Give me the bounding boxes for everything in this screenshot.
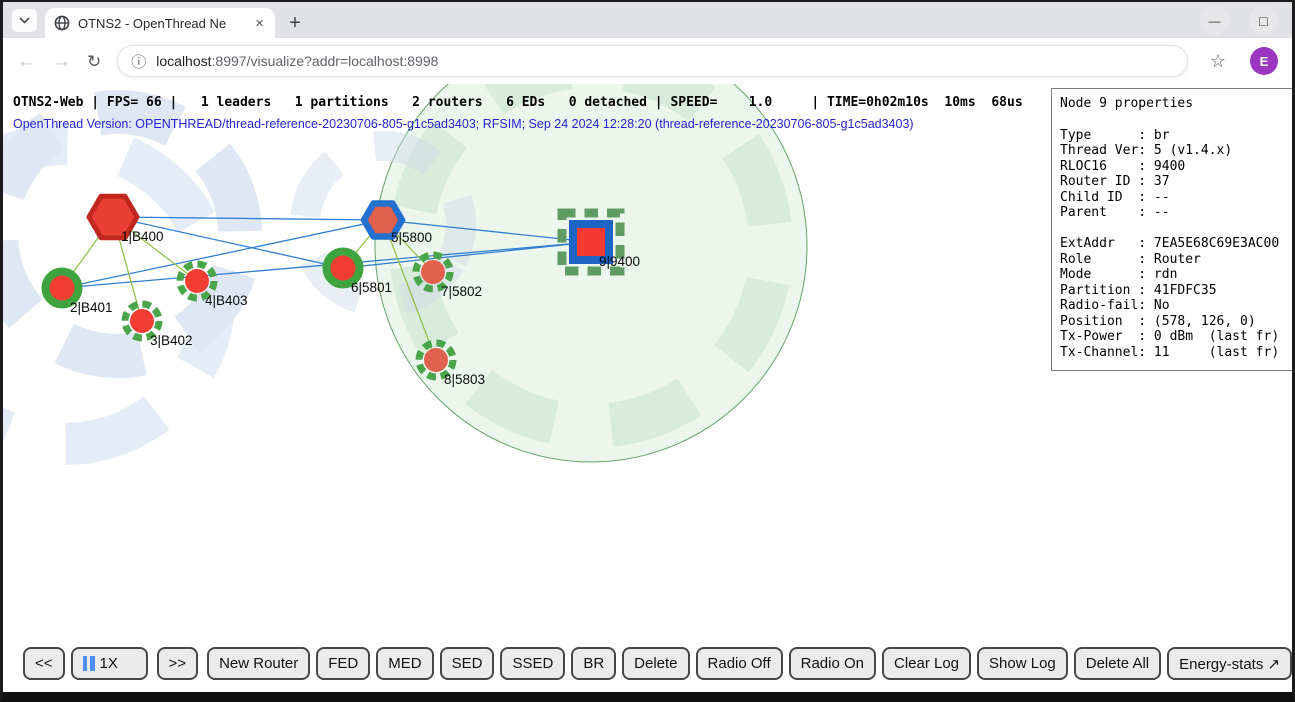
pause-icon: [83, 656, 95, 671]
maximize-button[interactable]: □: [1249, 6, 1278, 35]
fed-button[interactable]: FED: [316, 647, 370, 680]
node-8[interactable]: [424, 348, 448, 372]
node-label: 5|5800: [391, 230, 432, 245]
url-host: localhost: [156, 53, 211, 69]
node-properties-panel: Node 9 properties Type : br Thread Ver: …: [1051, 88, 1292, 371]
speed-down-button[interactable]: <<: [23, 647, 65, 680]
node-label: 2|B401: [70, 300, 113, 315]
window-controls: — □: [1200, 6, 1278, 35]
control-bar: << 1X >> New Router FED MED SED SSED BR …: [23, 647, 1292, 680]
tab-close-icon[interactable]: ×: [253, 16, 266, 31]
node-label: 1|B400: [121, 229, 164, 244]
properties-title: Node 9 properties: [1060, 96, 1284, 112]
radio-off-button[interactable]: Radio Off: [696, 647, 783, 680]
address-bar[interactable]: ⓘ localhost:8997/visualize?addr=localhos…: [117, 45, 1188, 77]
show-log-button[interactable]: Show Log: [977, 647, 1068, 680]
minimize-button[interactable]: —: [1200, 6, 1229, 35]
properties-body: Type : br Thread Ver: 5 (v1.4.x) RLOC16 …: [1060, 128, 1284, 361]
tab-strip: OTNS2 - OpenThread Ne × + — □: [3, 2, 1292, 38]
browser-window: OTNS2 - OpenThread Ne × + — □ ← → ↻ ⓘ lo…: [0, 0, 1295, 702]
delete-button[interactable]: Delete: [622, 647, 689, 680]
node-label: 8|5803: [444, 372, 485, 387]
status-bar: OTNS2-Web | FPS= 66 | 1 leaders 1 partit…: [13, 95, 1023, 110]
br-button[interactable]: BR: [571, 647, 616, 680]
energy-stats-button[interactable]: Energy-stats ↗: [1167, 647, 1292, 680]
node-6[interactable]: [331, 256, 356, 281]
browser-toolbar: ← → ↻ ⓘ localhost:8997/visualize?addr=lo…: [3, 38, 1292, 84]
simulator-page: 1|B400 2|B401 3|B402 4|B403 5|5800 6|580…: [3, 84, 1292, 692]
chevron-down-icon: [19, 17, 30, 24]
url-path: :8997/visualize?addr=localhost:8998: [212, 53, 439, 69]
tab-title: OTNS2 - OpenThread Ne: [78, 16, 245, 31]
node-7[interactable]: [421, 260, 445, 284]
reload-icon[interactable]: ↻: [87, 53, 101, 70]
speed-label: 1X: [100, 655, 118, 672]
url-text[interactable]: localhost:8997/visualize?addr=localhost:…: [156, 53, 438, 69]
node-label: 7|5802: [441, 284, 482, 299]
delete-all-button[interactable]: Delete All: [1074, 647, 1161, 680]
speed-button[interactable]: 1X: [71, 647, 148, 680]
node-label: 9|9400: [599, 254, 640, 269]
bookmark-star-icon[interactable]: ☆: [1210, 51, 1226, 72]
node-9[interactable]: [577, 228, 605, 256]
radio-on-button[interactable]: Radio On: [789, 647, 876, 680]
new-router-button[interactable]: New Router: [207, 647, 310, 680]
site-info-icon[interactable]: ⓘ: [131, 51, 146, 72]
tab-search-button[interactable]: [12, 9, 37, 32]
node-label: 4|B403: [205, 293, 248, 308]
speed-up-button[interactable]: >>: [157, 647, 199, 680]
browser-tab[interactable]: OTNS2 - OpenThread Ne ×: [45, 8, 275, 38]
globe-favicon-icon: [54, 15, 70, 31]
node-3[interactable]: [130, 309, 154, 333]
node-2[interactable]: [50, 276, 75, 301]
back-icon[interactable]: ←: [17, 52, 36, 71]
version-line: OpenThread Version: OPENTHREAD/thread-re…: [13, 117, 914, 131]
sed-button[interactable]: SED: [440, 647, 495, 680]
med-button[interactable]: MED: [376, 647, 433, 680]
clear-log-button[interactable]: Clear Log: [882, 647, 971, 680]
ssed-button[interactable]: SSED: [500, 647, 565, 680]
node-label: 3|B402: [150, 333, 193, 348]
profile-avatar[interactable]: E: [1250, 47, 1278, 75]
forward-icon[interactable]: →: [52, 52, 71, 71]
new-tab-button[interactable]: +: [281, 9, 309, 37]
node-4[interactable]: [185, 269, 209, 293]
node-label: 6|5801: [351, 280, 392, 295]
